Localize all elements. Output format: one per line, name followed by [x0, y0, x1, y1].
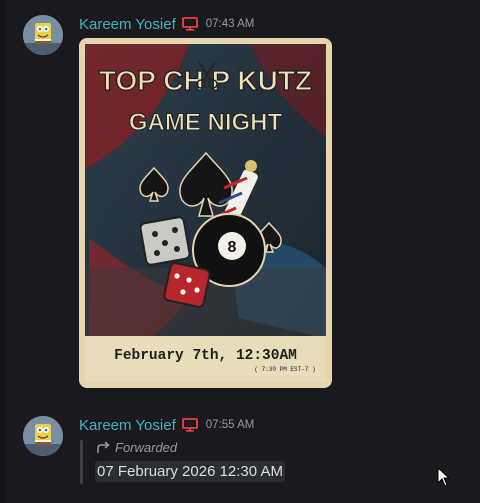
avatar[interactable]: [23, 15, 63, 55]
desktop-monitor-icon: [181, 17, 198, 31]
message-header: Kareem Yosief 07:55 AM: [79, 415, 254, 435]
username[interactable]: Kareem Yosief: [79, 16, 176, 33]
poster-timezone: ( 7:30 PM EST-7 ): [254, 366, 315, 373]
chat-view: Kareem Yosief 07:43 AM TOP CH P KUTZ GAM…: [0, 0, 480, 503]
dice-grey: [139, 216, 191, 266]
message-item: Kareem Yosief 07:43 AM TOP CH P KUTZ GAM…: [0, 0, 480, 400]
message-header: Kareem Yosief 07:43 AM: [79, 14, 254, 34]
forward-quote-bar: [80, 440, 83, 484]
forwarded-label: Forwarded: [96, 440, 177, 455]
dice-red: [163, 262, 211, 308]
image-attachment[interactable]: TOP CH P KUTZ GAME NIGHT 8 February 7th,…: [79, 38, 332, 388]
timestamp[interactable]: 07:43 AM: [206, 18, 255, 30]
poster-date: February 7th, 12:30AM: [114, 348, 297, 364]
timestamp-chip[interactable]: 07 February 2026 12:30 AM: [95, 461, 285, 482]
mouse-cursor-icon: [437, 467, 451, 487]
poster-subtitle: GAME NIGHT: [129, 109, 283, 136]
message-item: Kareem Yosief 07:55 AM Forwarded 07 Febr…: [0, 400, 480, 503]
poster-title: TOP CH P KUTZ: [99, 65, 312, 96]
forward-arrow-icon: [97, 441, 110, 453]
desktop-monitor-icon: [181, 418, 198, 432]
timestamp[interactable]: 07:55 AM: [206, 419, 255, 431]
svg-text:8: 8: [228, 239, 237, 256]
avatar[interactable]: [23, 416, 63, 456]
username[interactable]: Kareem Yosief: [79, 417, 176, 434]
